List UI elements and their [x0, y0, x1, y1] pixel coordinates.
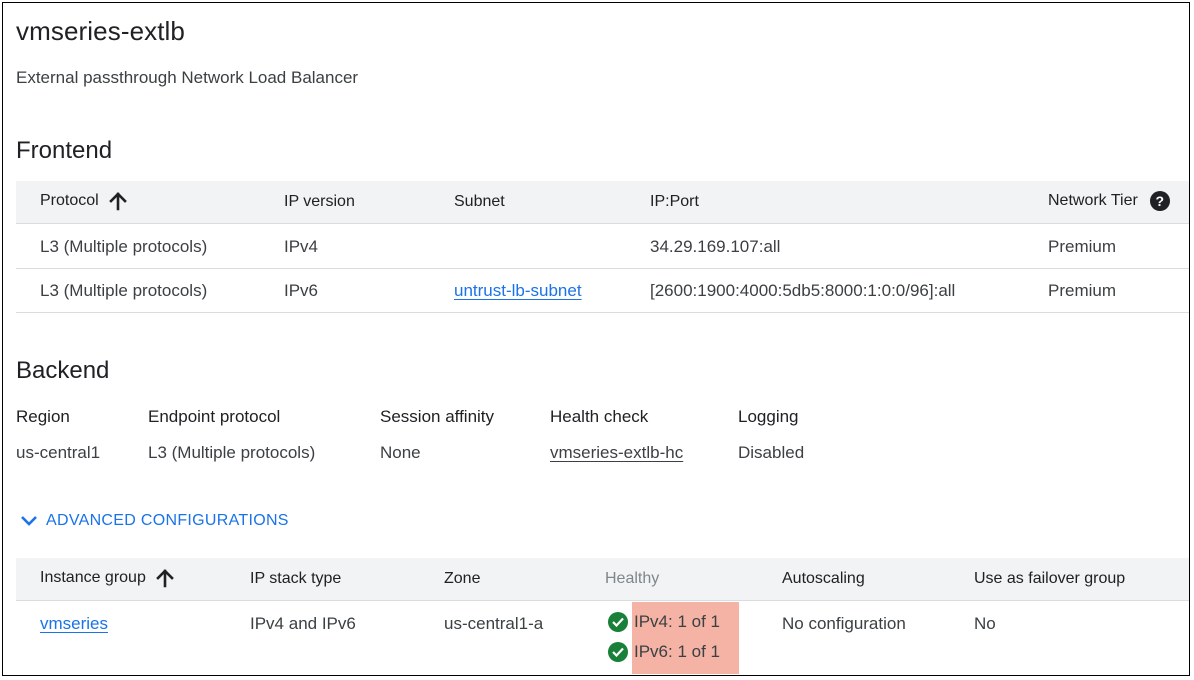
- column-header-ip-stack-type[interactable]: IP stack type: [250, 570, 341, 588]
- healthy-ipv6: IPv6: 1 of 1: [608, 642, 720, 662]
- cell-ip-version: IPv6: [284, 281, 319, 300]
- column-header-protocol-label: Protocol: [40, 192, 99, 209]
- column-header-ip-port[interactable]: IP:Port: [650, 193, 699, 211]
- healthy-ipv4: IPv4: 1 of 1: [608, 612, 720, 632]
- session-affinity-label: Session affinity: [380, 407, 495, 426]
- frontend-table-header: Protocol IP version Subnet IP:Port Netwo…: [16, 181, 1189, 224]
- cell-protocol: L3 (Multiple protocols): [40, 281, 208, 300]
- advanced-configurations-toggle[interactable]: ADVANCED CONFIGURATIONS: [20, 512, 289, 530]
- column-header-protocol[interactable]: Protocol: [40, 191, 127, 211]
- help-icon[interactable]: ?: [1149, 191, 1170, 211]
- endpoint-protocol-value: L3 (Multiple protocols): [148, 443, 316, 462]
- session-affinity-value: None: [380, 443, 421, 462]
- page-title: vmseries-extlb: [16, 16, 185, 46]
- column-header-failover[interactable]: Use as failover group: [974, 570, 1125, 588]
- chevron-down-icon: [21, 516, 37, 526]
- column-header-instance-group-label: Instance group: [40, 569, 146, 586]
- healthy-ipv4-text: IPv4: 1 of 1: [634, 612, 720, 631]
- cell-ip-port: 34.29.169.107:all: [650, 237, 781, 256]
- cell-ip-port: [2600:1900:4000:5db5:8000:1:0:0/96]:all: [650, 281, 956, 300]
- column-header-zone[interactable]: Zone: [444, 570, 480, 588]
- frontend-section-title: Frontend: [16, 137, 113, 164]
- table-row: L3 (Multiple protocols) IPv4 34.29.169.1…: [16, 225, 1189, 269]
- column-header-autoscaling[interactable]: Autoscaling: [782, 570, 865, 588]
- cell-autoscaling: No configuration: [782, 614, 906, 633]
- backend-section-title: Backend: [16, 357, 110, 384]
- region-label: Region: [16, 407, 70, 426]
- instance-group-link[interactable]: vmseries: [40, 614, 108, 634]
- column-header-network-tier-label: Network Tier: [1048, 192, 1138, 209]
- table-row: L3 (Multiple protocols) IPv6 untrust-lb-…: [16, 269, 1189, 313]
- region-value: us-central1: [16, 443, 101, 462]
- health-check-link[interactable]: vmseries-extlb-hc: [550, 443, 683, 463]
- cell-ip-stack-type: IPv4 and IPv6: [250, 614, 356, 633]
- logging-value: Disabled: [738, 443, 805, 462]
- page-subtitle: External passthrough Network Load Balanc…: [16, 68, 359, 87]
- column-header-healthy: Healthy: [605, 570, 660, 587]
- cell-network-tier: Premium: [1048, 237, 1117, 256]
- health-check-label: Health check: [550, 407, 649, 426]
- cell-zone: us-central1-a: [444, 614, 544, 633]
- instance-group-table-header: Instance group IP stack type Zone Health…: [16, 558, 1189, 601]
- cell-network-tier: Premium: [1048, 281, 1117, 300]
- cell-ip-version: IPv4: [284, 237, 319, 256]
- load-balancer-details-panel: vmseries-extlb External passthrough Netw…: [2, 2, 1190, 676]
- sort-ascending-icon: [108, 192, 127, 211]
- check-circle-icon: [608, 642, 628, 662]
- endpoint-protocol-label: Endpoint protocol: [148, 407, 281, 426]
- cell-protocol: L3 (Multiple protocols): [40, 237, 208, 256]
- subnet-link[interactable]: untrust-lb-subnet: [454, 281, 582, 301]
- advanced-configurations-label: ADVANCED CONFIGURATIONS: [46, 512, 289, 529]
- healthy-ipv6-text: IPv6: 1 of 1: [634, 642, 720, 661]
- sort-ascending-icon: [156, 569, 174, 588]
- column-header-subnet[interactable]: Subnet: [454, 193, 505, 211]
- column-header-network-tier[interactable]: Network Tier ?: [1048, 191, 1170, 211]
- column-header-ip-version[interactable]: IP version: [284, 193, 355, 211]
- column-header-instance-group[interactable]: Instance group: [40, 568, 174, 588]
- logging-label: Logging: [738, 407, 799, 426]
- check-circle-icon: [608, 612, 628, 632]
- table-row: vmseries IPv4 and IPv6 us-central1-a IPv…: [16, 602, 1189, 675]
- cell-failover: No: [974, 614, 996, 633]
